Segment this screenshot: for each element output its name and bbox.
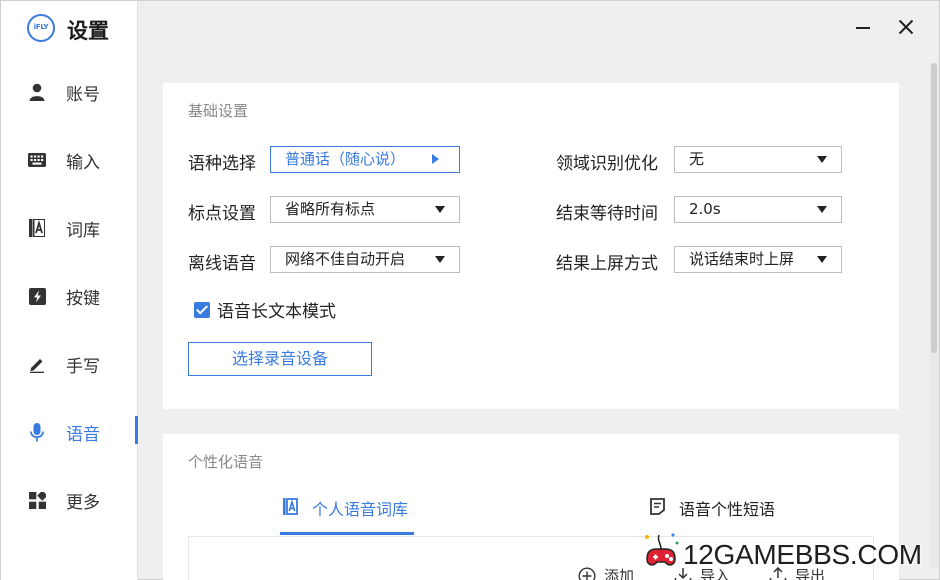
add-icon bbox=[578, 567, 596, 580]
watermark: 12GAMEBBS.COM bbox=[637, 527, 937, 580]
language-select[interactable]: 普通话（随心说） bbox=[270, 146, 460, 173]
offline-value: 网络不佳自动开启 bbox=[285, 250, 406, 268]
minimize-icon bbox=[856, 27, 870, 29]
basic-settings-card: 基础设置 语种选择 普通话（随心说） 标点设置 省略所有标点 离线语音 网络不佳… bbox=[163, 83, 899, 409]
note-icon bbox=[650, 497, 665, 519]
section-title: 基础设置 bbox=[188, 102, 249, 120]
sidebar-item-label: 手写 bbox=[66, 356, 100, 377]
sidebar-item-label: 词库 bbox=[66, 220, 100, 241]
chevron-down-icon bbox=[435, 256, 445, 263]
dictionary-icon bbox=[283, 497, 298, 519]
app-title: 设置 bbox=[67, 19, 109, 43]
wait-time-label: 结束等待时间 bbox=[556, 204, 658, 224]
domain-select[interactable]: 无 bbox=[674, 146, 842, 173]
sidebar-item-handwriting[interactable]: 手写 bbox=[1, 342, 138, 386]
tab-label: 语音个性短语 bbox=[679, 500, 776, 519]
action-label: 添加 bbox=[604, 567, 635, 580]
language-label: 语种选择 bbox=[188, 154, 256, 174]
add-button[interactable]: 添加 bbox=[578, 565, 634, 580]
long-text-checkbox[interactable] bbox=[194, 302, 210, 318]
language-value: 普通话（随心说） bbox=[285, 150, 406, 168]
commit-mode-select[interactable]: 说话结束时上屏 bbox=[674, 246, 842, 273]
sidebar-item-label: 语音 bbox=[66, 424, 100, 445]
domain-value: 无 bbox=[689, 150, 705, 168]
sidebar-item-label: 更多 bbox=[66, 492, 100, 513]
watermark-text: 12GAMEBBS.COM bbox=[683, 539, 922, 570]
play-arrow-icon bbox=[432, 154, 439, 164]
sidebar-item-label: 账号 bbox=[66, 84, 100, 105]
keyboard-icon bbox=[28, 151, 46, 169]
sidebar-item-account[interactable]: 账号 bbox=[1, 70, 138, 114]
settings-window: iFLY 设置 账号 输入 词库 按键 手写 语音 更多 基础设置 语种选择 普… bbox=[0, 0, 940, 580]
offline-label: 离线语音 bbox=[188, 254, 256, 274]
game-controller-logo bbox=[645, 533, 679, 566]
scrollbar[interactable] bbox=[930, 63, 938, 568]
sidebar-item-input[interactable]: 输入 bbox=[1, 138, 138, 182]
person-icon bbox=[28, 83, 46, 101]
tab-personal-phrases[interactable]: 语音个性短语 bbox=[650, 496, 775, 520]
domain-label: 领域识别优化 bbox=[556, 154, 658, 174]
microphone-icon bbox=[28, 422, 46, 441]
app-logo: iFLY bbox=[27, 14, 55, 42]
scrollbar-thumb[interactable] bbox=[931, 63, 937, 353]
wait-time-value: 2.0s bbox=[689, 200, 721, 218]
punctuation-select[interactable]: 省略所有标点 bbox=[270, 196, 460, 223]
active-tab-indicator bbox=[280, 532, 414, 535]
lightning-icon bbox=[28, 287, 46, 305]
commit-mode-value: 说话结束时上屏 bbox=[689, 250, 795, 268]
sidebar: iFLY 设置 账号 输入 词库 按键 手写 语音 更多 bbox=[1, 1, 138, 580]
commit-mode-label: 结果上屏方式 bbox=[556, 254, 658, 274]
sidebar-item-label: 输入 bbox=[66, 152, 100, 173]
chevron-down-icon bbox=[817, 206, 827, 213]
sidebar-item-dictionary[interactable]: 词库 bbox=[1, 206, 138, 250]
close-button[interactable] bbox=[894, 15, 918, 39]
long-text-label[interactable]: 语音长文本模式 bbox=[217, 297, 336, 322]
minimize-button[interactable] bbox=[851, 15, 875, 39]
tab-personal-dictionary[interactable]: 个人语音词库 bbox=[283, 496, 408, 520]
sidebar-item-voice[interactable]: 语音 bbox=[1, 410, 138, 454]
chevron-down-icon bbox=[435, 206, 445, 213]
tab-label: 个人语音词库 bbox=[312, 500, 409, 519]
dictionary-icon bbox=[28, 219, 46, 237]
close-icon bbox=[898, 19, 914, 35]
chevron-down-icon bbox=[817, 156, 827, 163]
sidebar-item-label: 按键 bbox=[66, 288, 100, 309]
sidebar-item-more[interactable]: 更多 bbox=[1, 478, 138, 522]
chevron-down-icon bbox=[817, 256, 827, 263]
punctuation-value: 省略所有标点 bbox=[285, 200, 376, 218]
offline-select[interactable]: 网络不佳自动开启 bbox=[270, 246, 460, 273]
sidebar-item-keys[interactable]: 按键 bbox=[1, 274, 138, 318]
section-title: 个性化语音 bbox=[188, 453, 264, 471]
pen-icon bbox=[28, 355, 46, 373]
punctuation-label: 标点设置 bbox=[188, 204, 256, 224]
select-device-button[interactable]: 选择录音设备 bbox=[188, 342, 372, 376]
wait-time-select[interactable]: 2.0s bbox=[674, 196, 842, 223]
grid-icon bbox=[28, 491, 46, 509]
